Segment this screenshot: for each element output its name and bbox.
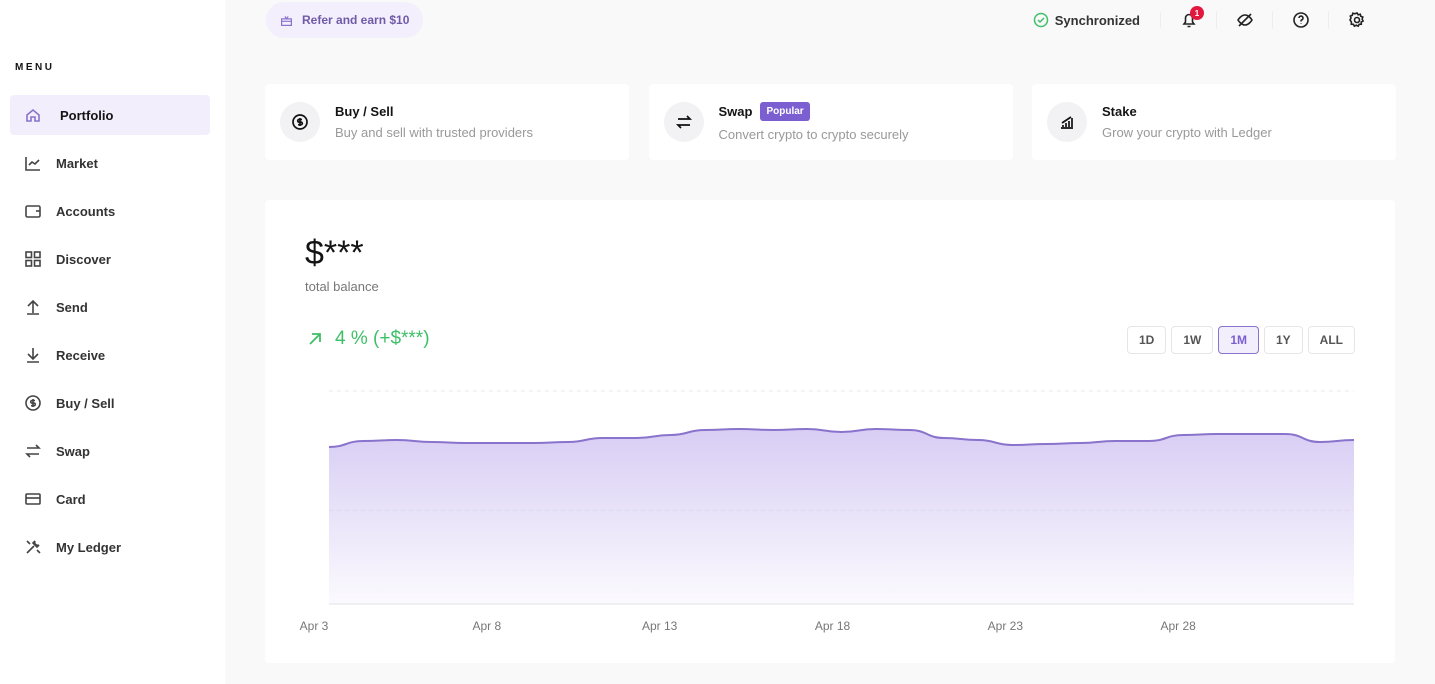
eye-off-icon xyxy=(1236,13,1253,27)
home-icon xyxy=(26,108,40,122)
card-buy-sell[interactable]: Buy / Sell Buy and sell with trusted prov… xyxy=(265,84,629,160)
range-1m[interactable]: 1M xyxy=(1218,326,1259,354)
range-all[interactable]: ALL xyxy=(1307,326,1355,354)
sidebar-item-accounts[interactable]: Accounts xyxy=(10,191,210,231)
refer-label: Refer and earn $10 xyxy=(302,13,410,27)
range-1y[interactable]: 1Y xyxy=(1263,326,1303,354)
help-button[interactable] xyxy=(1273,11,1329,29)
balance-change-value: 4 % (+$***) xyxy=(335,328,430,349)
total-balance-label: total balance xyxy=(305,279,379,294)
balance-change: 4 % (+$***) xyxy=(307,328,430,350)
arrow-up-right-icon xyxy=(309,333,321,345)
sidebar-item-label: Accounts xyxy=(56,203,116,219)
x-tick-label: Apr 8 xyxy=(472,619,501,633)
range-1w[interactable]: 1W xyxy=(1171,326,1214,354)
sidebar-item-receive[interactable]: Receive xyxy=(10,335,210,375)
chart-area xyxy=(329,429,1354,604)
balance-chart: Apr 3 Apr 8 Apr 13 Apr 18 Apr 23 Apr 28 xyxy=(300,390,1355,633)
sidebar-item-label: Market xyxy=(56,155,98,171)
card-icon-circle xyxy=(280,102,320,142)
help-icon xyxy=(1292,12,1309,28)
sidebar-item-label: Swap xyxy=(56,443,90,459)
card-title: Stake xyxy=(1102,104,1137,119)
stake-icon xyxy=(1061,116,1073,129)
card-title: Swap xyxy=(718,104,753,119)
sidebar-item-label: My Ledger xyxy=(56,539,122,555)
card-stake[interactable]: Stake Grow your crypto with Ledger xyxy=(1032,84,1396,160)
notifications-button[interactable]: 1 xyxy=(1161,6,1217,29)
sync-label: Synchronized xyxy=(1054,12,1140,28)
tools-icon xyxy=(26,540,41,554)
arrow-down-icon xyxy=(27,348,39,363)
sidebar-item-my-ledger[interactable]: My Ledger xyxy=(10,527,210,567)
sidebar-item-label: Receive xyxy=(56,347,106,363)
sidebar-item-portfolio[interactable]: Portfolio xyxy=(10,95,210,135)
dollar-icon xyxy=(25,395,41,411)
hide-balance-button[interactable] xyxy=(1217,11,1273,29)
sidebar-item-buy-sell[interactable]: Buy / Sell xyxy=(10,383,210,423)
total-balance: $*** xyxy=(305,234,364,272)
x-tick-label: Apr 23 xyxy=(988,619,1024,633)
x-tick-label: Apr 13 xyxy=(642,619,678,633)
wallet-icon xyxy=(25,205,41,218)
range-1d[interactable]: 1D xyxy=(1126,326,1167,354)
sidebar-item-label: Portfolio xyxy=(60,107,114,123)
sync-status[interactable]: Synchronized xyxy=(1033,12,1161,28)
sidebar-item-market[interactable]: Market xyxy=(10,143,210,183)
card-icon xyxy=(25,493,41,505)
card-swap[interactable]: Swap Popular Convert crypto to crypto secu… xyxy=(648,84,1013,160)
range-selector: 1D 1W 1M 1Y ALL xyxy=(1122,326,1355,354)
sidebar-item-label: Card xyxy=(56,491,86,507)
check-circle-icon xyxy=(1033,12,1048,28)
x-tick-label: Apr 3 xyxy=(300,619,329,633)
refer-button[interactable]: Refer and earn $10 xyxy=(266,2,424,38)
sidebar-item-label: Send xyxy=(56,299,88,315)
sidebar-item-label: Buy / Sell xyxy=(56,395,115,411)
top-bar: Synchronized 1 xyxy=(1033,6,1385,34)
gear-icon xyxy=(1349,12,1365,28)
sidebar-item-label: Discover xyxy=(56,251,111,267)
gift-icon xyxy=(281,15,292,26)
portfolio-balance-panel: $*** total balance 4 % (+$***) 1D 1W 1M 1Y A… xyxy=(265,200,1395,663)
x-tick-label: Apr 18 xyxy=(815,619,851,633)
settings-button[interactable] xyxy=(1329,11,1385,29)
nav-menu: Portfolio Market Accounts Discover Send Recei… xyxy=(10,95,210,575)
card-icon-circle xyxy=(663,102,704,142)
card-subtitle: Convert crypto to crypto securely xyxy=(718,127,909,142)
sidebar: MENU Portfolio Market Accounts Discover Send… xyxy=(0,0,225,684)
card-subtitle: Buy and sell with trusted providers xyxy=(335,125,533,140)
sidebar-item-swap[interactable]: Swap xyxy=(10,431,210,471)
sidebar-item-discover[interactable]: Discover xyxy=(10,239,210,279)
card-subtitle: Grow your crypto with Ledger xyxy=(1102,125,1272,140)
dollar-icon xyxy=(292,114,308,130)
card-title: Buy / Sell xyxy=(335,104,394,119)
sidebar-item-card[interactable]: Card xyxy=(10,479,210,519)
card-icon-circle xyxy=(1047,102,1087,142)
swap-icon xyxy=(25,444,41,458)
notification-badge: 1 xyxy=(1190,6,1204,20)
swap-icon xyxy=(675,115,692,129)
menu-title: MENU xyxy=(15,62,55,73)
chart-icon xyxy=(25,157,40,171)
grid-icon xyxy=(25,251,41,267)
x-tick-label: Apr 28 xyxy=(1160,619,1196,633)
popular-badge: Popular xyxy=(760,102,810,121)
arrow-up-icon xyxy=(27,299,39,315)
sidebar-item-send[interactable]: Send xyxy=(10,287,210,327)
